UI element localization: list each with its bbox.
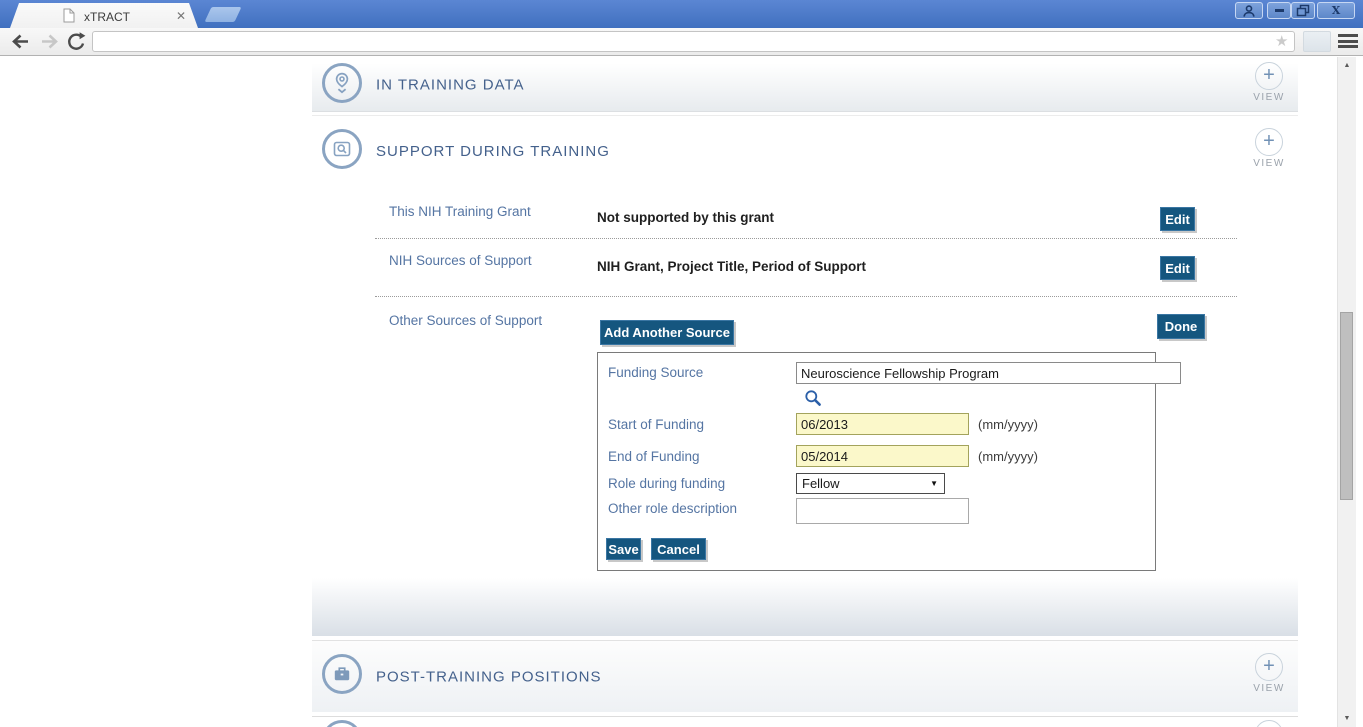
cancel-button[interactable]: Cancel	[651, 538, 706, 560]
chevron-down-icon: ▼	[930, 479, 938, 488]
end-of-funding-input[interactable]	[796, 445, 969, 467]
start-of-funding-input[interactable]	[796, 413, 969, 435]
edit-button-nih-sources[interactable]: Edit	[1160, 256, 1195, 280]
section-title: POST-TRAINING POSITIONS	[376, 668, 602, 685]
minimize-icon	[1274, 9, 1284, 12]
section-icon-partial	[322, 720, 362, 727]
profile-button[interactable]	[1235, 2, 1263, 19]
close-icon: X	[1331, 4, 1341, 17]
funding-source-input[interactable]	[796, 362, 1181, 384]
done-button[interactable]: Done	[1157, 314, 1205, 339]
browser-toolbar: ★	[0, 28, 1363, 56]
close-button[interactable]: X	[1317, 2, 1355, 19]
view-button-support[interactable]: + VIEW	[1240, 128, 1298, 169]
search-document-icon	[322, 129, 362, 169]
browser-window: xTRACT ✕ X ★ IN TRAINING DATA + VIEW SUP…	[0, 0, 1363, 727]
role-during-funding-label: Role during funding	[608, 476, 726, 491]
section-support-during-training: SUPPORT DURING TRAINING + VIEW This NIH …	[312, 115, 1298, 636]
scroll-up-icon[interactable]: ▲	[1338, 62, 1356, 69]
page-icon	[63, 8, 75, 23]
section-title: SUPPORT DURING TRAINING	[376, 143, 610, 160]
plus-icon: +	[1255, 653, 1283, 681]
section-title: IN TRAINING DATA	[376, 76, 525, 93]
tab-title: xTRACT	[84, 10, 130, 24]
title-bar: xTRACT ✕ X	[0, 0, 1363, 28]
restore-button[interactable]	[1291, 2, 1315, 19]
new-tab-button[interactable]	[204, 7, 242, 22]
funding-source-label: Funding Source	[608, 365, 704, 380]
view-button-post-training[interactable]: + VIEW	[1240, 653, 1298, 694]
tab-close-icon[interactable]: ✕	[174, 9, 188, 23]
user-icon	[1243, 4, 1255, 17]
menu-icon[interactable]	[1338, 34, 1358, 50]
scrollbar-thumb[interactable]	[1340, 312, 1353, 500]
role-during-funding-select[interactable]: Fellow ▼	[796, 473, 945, 494]
address-bar[interactable]	[92, 31, 1295, 52]
row-divider	[375, 238, 1237, 239]
other-role-description-label: Other role description	[608, 501, 738, 516]
bookmark-star-icon[interactable]: ★	[1275, 33, 1288, 51]
row-label: NIH Sources of Support	[389, 253, 532, 268]
selected-role: Fellow	[802, 476, 840, 491]
restore-icon	[1296, 4, 1310, 17]
save-button[interactable]: Save	[606, 538, 641, 560]
forward-icon[interactable]	[38, 31, 62, 52]
other-source-form: Funding Source Start of Funding (mm/yyyy…	[597, 352, 1181, 571]
view-button-in-training[interactable]: + VIEW	[1240, 62, 1298, 103]
other-role-description-input[interactable]	[796, 498, 969, 524]
section-post-training-positions: POST-TRAINING POSITIONS + VIEW	[312, 640, 1298, 712]
back-icon[interactable]	[8, 31, 32, 52]
section-bottom-fade	[312, 578, 1298, 636]
row-label: This NIH Training Grant	[389, 204, 531, 219]
location-pin-icon	[322, 63, 362, 103]
start-of-funding-label: Start of Funding	[608, 417, 705, 432]
search-icon[interactable]	[804, 389, 822, 407]
view-button-partial[interactable]: +	[1240, 720, 1298, 727]
plus-icon: +	[1255, 128, 1283, 156]
reload-icon[interactable]	[64, 31, 88, 52]
row-label: Other Sources of Support	[389, 313, 543, 328]
scroll-down-icon[interactable]: ▼	[1338, 715, 1356, 722]
add-another-source-button[interactable]: Add Another Source	[600, 320, 734, 345]
section-in-training-data: IN TRAINING DATA + VIEW	[312, 58, 1298, 112]
toolbar-extra-button[interactable]	[1303, 31, 1331, 52]
row-value: NIH Grant, Project Title, Period of Supp…	[597, 259, 867, 274]
minimize-button[interactable]	[1267, 2, 1291, 19]
date-format-hint: (mm/yyyy)	[978, 449, 1038, 464]
view-label: VIEW	[1253, 683, 1285, 694]
view-label: VIEW	[1253, 92, 1285, 103]
section-next-partial: +	[312, 716, 1298, 727]
browser-tab[interactable]: xTRACT ✕	[10, 3, 198, 28]
view-label: VIEW	[1253, 158, 1285, 169]
plus-icon: +	[1255, 720, 1283, 727]
date-format-hint: (mm/yyyy)	[978, 417, 1038, 432]
end-of-funding-label: End of Funding	[608, 449, 700, 464]
edit-button-training-grant[interactable]: Edit	[1160, 207, 1195, 231]
vertical-scrollbar: ▲ ▼	[1337, 57, 1356, 727]
plus-icon: +	[1255, 62, 1283, 90]
row-divider	[375, 296, 1237, 297]
briefcase-icon	[322, 654, 362, 694]
row-value: Not supported by this grant	[597, 210, 774, 225]
